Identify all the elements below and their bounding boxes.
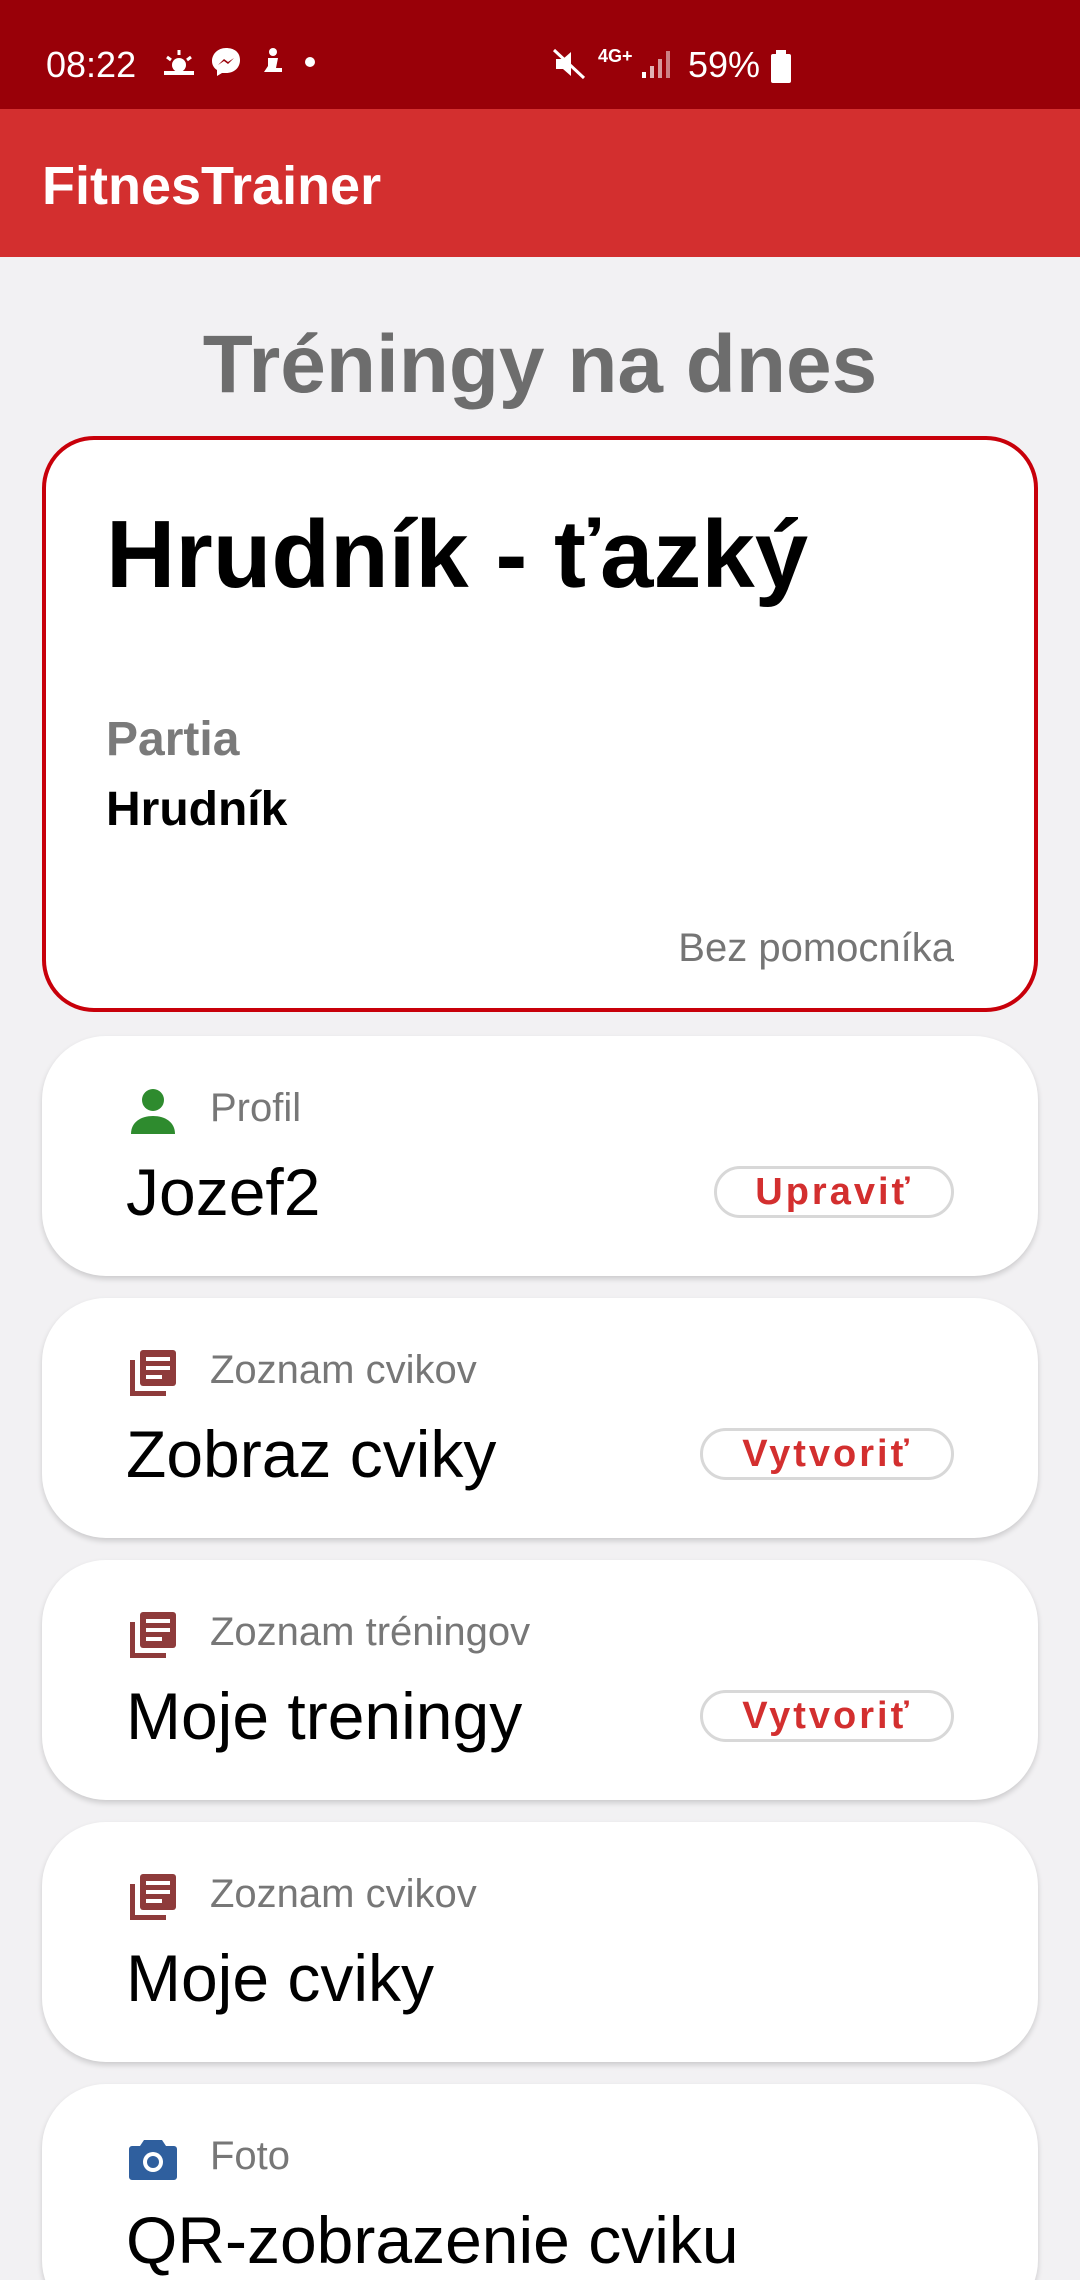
menu-subtitle: Zoznam tréningov	[210, 1610, 531, 1654]
training-name: Hrudník - ťazký	[106, 501, 809, 608]
battery-icon	[771, 50, 791, 83]
today-training-card[interactable]: Hrudník - ťazký Partia Hrudník Bez pomoc…	[42, 436, 1038, 1012]
menu-title: Moje cviky	[126, 1941, 435, 2015]
edit-profile-button[interactable]: Upraviť	[714, 1166, 954, 1218]
app-bar: FitnesTrainer	[0, 109, 1080, 257]
menu-title: QR-zobrazenie cviku	[126, 2203, 739, 2277]
helper-text: Bez pomocníka	[678, 926, 954, 970]
menu-subtitle: Foto	[210, 2134, 291, 2178]
menu-subtitle: Zoznam cvikov	[210, 1348, 477, 1392]
list-icon	[130, 1612, 176, 1658]
training-list-card[interactable]: Zoznam tréningov Moje treningy Vytvoriť	[42, 1560, 1038, 1800]
messenger-icon	[212, 48, 240, 76]
profile-card[interactable]: Profil Jozef2 Upraviť	[42, 1036, 1038, 1276]
network-type: 4G+	[598, 46, 633, 66]
status-time: 08:22	[46, 44, 137, 85]
exercise-list-card[interactable]: Zoznam cvikov Zobraz cviky Vytvoriť	[42, 1298, 1038, 1538]
menu-title: Zobraz cviky	[126, 1417, 497, 1491]
create-training-button[interactable]: Vytvoriť	[700, 1690, 954, 1742]
create-exercise-button[interactable]: Vytvoriť	[700, 1428, 954, 1480]
signal-icon	[642, 51, 670, 78]
person-icon	[131, 1089, 175, 1134]
my-exercises-card[interactable]: Zoznam cvikov Moje cviky	[42, 1822, 1038, 2062]
figure-icon	[264, 48, 282, 72]
status-bar: 08:22 4G+ 59%	[0, 0, 1080, 109]
menu-title: Jozef2	[126, 1155, 321, 1229]
battery-percent: 59%	[688, 44, 761, 85]
list-icon	[130, 1874, 176, 1920]
camera-icon	[129, 2140, 177, 2180]
menu-subtitle: Zoznam cvikov	[210, 1872, 477, 1916]
app-title: FitnesTrainer	[42, 156, 382, 216]
menu-subtitle: Profil	[210, 1086, 302, 1130]
section-title: Tréningy na dnes	[202, 319, 878, 410]
dot-icon	[305, 57, 315, 67]
notification-icons	[162, 46, 320, 78]
menu-title: Moje treningy	[126, 1679, 523, 1753]
mute-icon	[552, 48, 586, 80]
partia-label: Partia	[106, 713, 240, 766]
list-icon	[130, 1350, 176, 1396]
partia-value: Hrudník	[106, 783, 288, 836]
qr-photo-card[interactable]: Foto QR-zobrazenie cviku	[42, 2084, 1038, 2280]
weather-icon	[164, 50, 194, 75]
